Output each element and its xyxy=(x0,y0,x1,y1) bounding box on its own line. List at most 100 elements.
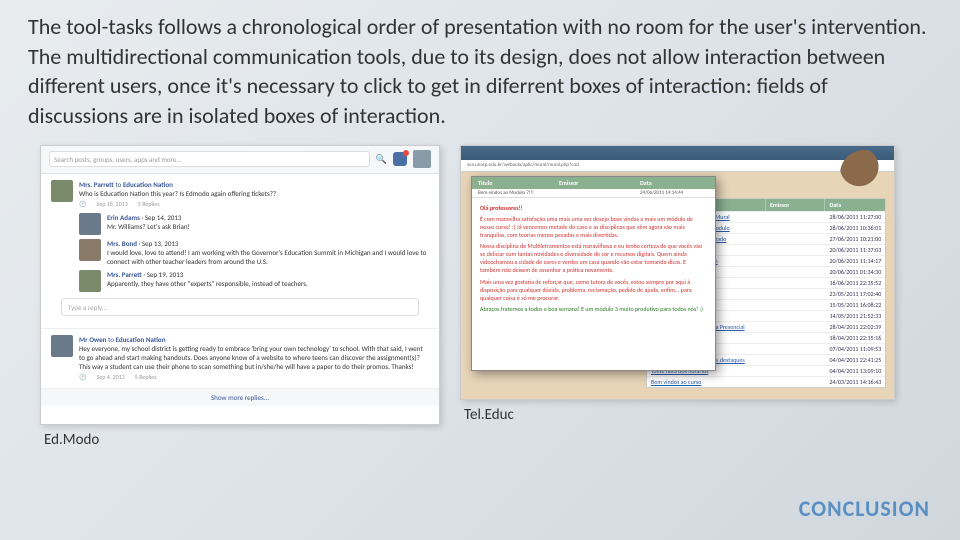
row-sender xyxy=(766,256,826,266)
row-sender xyxy=(766,377,826,387)
row-date: 16/06/2011 22:35:52 xyxy=(825,278,885,288)
row-sender xyxy=(766,366,826,376)
edmodo-figure: Search posts, groups, users, apps and mo… xyxy=(40,145,440,449)
row-sender xyxy=(766,278,826,288)
feed-post: Mrs. Parrett to Education Nation Who is … xyxy=(41,174,439,329)
row-date: 24/03/2011 14:16:43 xyxy=(825,377,885,387)
avatar xyxy=(51,180,73,202)
col-date[interactable]: Data xyxy=(825,199,885,211)
reply-date: Sep 14, 2013 xyxy=(145,213,182,222)
modal-date: 24/06/2011 14:14:44 xyxy=(634,189,715,197)
search-input[interactable]: Search posts, groups, users, apps and mo… xyxy=(49,151,370,167)
avatar xyxy=(79,213,101,235)
row-date: 04/04/2011 13:09:10 xyxy=(825,366,885,376)
row-sender xyxy=(766,212,826,222)
row-date: 20/06/2011 11:37:03 xyxy=(825,245,885,255)
row-date: 28/06/2011 10:36:01 xyxy=(825,223,885,233)
row-date: 20/06/2011 01:34:30 xyxy=(825,267,885,277)
row-date: 15/05/2011 16:08:22 xyxy=(825,300,885,310)
post-text: Who is Education Nation this year? Is Ed… xyxy=(79,189,429,198)
avatar xyxy=(51,335,73,357)
row-date: 23/05/2011 17:02:40 xyxy=(825,289,885,299)
avatar[interactable] xyxy=(413,150,431,168)
teleduc-screenshot: ava.unasp.edu.br/webaula/aplic/mural/mur… xyxy=(460,145,895,400)
row-date: 04/04/2011 22:41:25 xyxy=(825,355,885,365)
post-tag[interactable]: to xyxy=(115,180,123,189)
modal-header: Titulo Emissor Data xyxy=(472,177,715,189)
row-sender xyxy=(766,267,826,277)
reply-text: I would love, love to attend! I am worki… xyxy=(107,248,429,266)
message-paragraph: É com maravilha satisfação uma mais uma … xyxy=(480,215,707,239)
row-sender xyxy=(766,245,826,255)
reply-author[interactable]: Mrs. Bond xyxy=(107,239,137,248)
replies-link[interactable]: 5 Replies xyxy=(135,374,157,382)
modal-col-title: Titulo xyxy=(472,177,553,189)
post-author[interactable]: Mr Owen xyxy=(79,335,106,344)
reply-date: Sep 19, 2013 xyxy=(147,270,184,279)
modal-subject: Bem-vindos ao Modulo 7!!! xyxy=(472,189,553,197)
edmodo-header: Search posts, groups, users, apps and mo… xyxy=(41,146,439,174)
row-date: 07/04/2011 11:09:53 xyxy=(825,344,885,354)
row-sender xyxy=(766,311,826,321)
post-date: Sep 18, 2013 xyxy=(96,201,127,209)
row-sender xyxy=(766,234,826,244)
reply: Mrs. Parrett · Sep 19, 2013 Apparently, … xyxy=(79,270,429,292)
screenshot-row: Search posts, groups, users, apps and mo… xyxy=(0,145,960,449)
post-author[interactable]: Mrs. Parrett xyxy=(79,180,114,189)
reply: Erin Adams · Sep 14, 2013 Mr. Williams? … xyxy=(79,213,429,235)
row-date: 20/06/2011 11:14:17 xyxy=(825,256,885,266)
row-date: 27/06/2011 10:21:00 xyxy=(825,234,885,244)
reply-text: Apparently, they have other "experts" re… xyxy=(107,279,429,288)
row-date: 28/04/2011 22:02:39 xyxy=(825,322,885,332)
feed-post: Mr Owen to Education Nation Hey everyone… xyxy=(41,329,439,389)
post-group[interactable]: Education Nation xyxy=(116,335,166,344)
post-date: Sep 4, 2013 xyxy=(96,374,124,382)
address-bar[interactable]: ava.unasp.edu.br/webaula/aplic/mural/mur… xyxy=(461,160,894,172)
search-icon[interactable]: 🔍 xyxy=(376,154,387,165)
message-paragraph: Mais uma vez gostaria de reforçar que, c… xyxy=(480,278,707,302)
clock-icon: 🕐 xyxy=(79,374,86,382)
modal-subheader: Bem-vindos ao Modulo 7!!! 24/06/2011 14:… xyxy=(472,189,715,198)
mascot-image xyxy=(840,150,888,198)
section-label: CONCLUSION xyxy=(799,495,930,522)
col-sender[interactable]: Emissor xyxy=(766,199,826,211)
figure-caption: Tel.Educ xyxy=(460,406,895,424)
message-paragraph: Nossa disciplina de Multiletramentos est… xyxy=(480,242,707,274)
table-row[interactable]: Bem vindos ao curso 24/03/2011 14:16:43 xyxy=(647,376,885,387)
row-date: 18/04/2011 22:15:16 xyxy=(825,333,885,343)
post-text: Hey everyone, my school district is gett… xyxy=(79,344,429,371)
row-sender xyxy=(766,289,826,299)
message-greeting: Olá professores!! xyxy=(480,204,707,212)
reply-author[interactable]: Mrs. Parrett xyxy=(107,270,142,279)
reply-author[interactable]: Erin Adams xyxy=(107,213,140,222)
figure-caption: Ed.Modo xyxy=(40,431,440,449)
notifications-icon[interactable] xyxy=(393,152,407,166)
replies-link[interactable]: 5 Replies xyxy=(138,201,160,209)
teleduc-figure: ava.unasp.edu.br/webaula/aplic/mural/mur… xyxy=(460,145,895,449)
show-more-link[interactable]: Show more replies... xyxy=(41,389,439,406)
modal-col-date: Data xyxy=(634,177,715,189)
row-title[interactable]: Bem vindos ao curso xyxy=(647,377,766,387)
avatar xyxy=(79,239,101,261)
message-modal: Titulo Emissor Data Bem-vindos ao Modulo… xyxy=(471,176,716,371)
row-date: 14/05/2011 21:52:33 xyxy=(825,311,885,321)
modal-body: Olá professores!! É com maravilha satisf… xyxy=(472,198,715,322)
slide-body-text: The tool-tasks follows a chronological o… xyxy=(0,0,960,141)
reply-date: Sep 13, 2013 xyxy=(142,239,179,248)
row-sender xyxy=(766,322,826,332)
avatar xyxy=(79,270,101,292)
row-date: 28/06/2011 11:27:00 xyxy=(825,212,885,222)
row-sender xyxy=(766,333,826,343)
reply: Mrs. Bond · Sep 13, 2013 I would love, l… xyxy=(79,239,429,266)
row-sender xyxy=(766,223,826,233)
modal-col-sender: Emissor xyxy=(553,177,634,189)
edmodo-screenshot: Search posts, groups, users, apps and mo… xyxy=(40,145,440,425)
clock-icon: 🕐 xyxy=(79,201,86,209)
message-signature: Abraços fraternos a todos e boa semana! … xyxy=(480,305,707,313)
post-group[interactable]: Education Nation xyxy=(123,180,173,189)
reply-input[interactable]: Type a reply... xyxy=(61,298,419,316)
row-sender xyxy=(766,300,826,310)
row-sender xyxy=(766,355,826,365)
browser-titlebar xyxy=(461,146,894,160)
row-sender xyxy=(766,344,826,354)
